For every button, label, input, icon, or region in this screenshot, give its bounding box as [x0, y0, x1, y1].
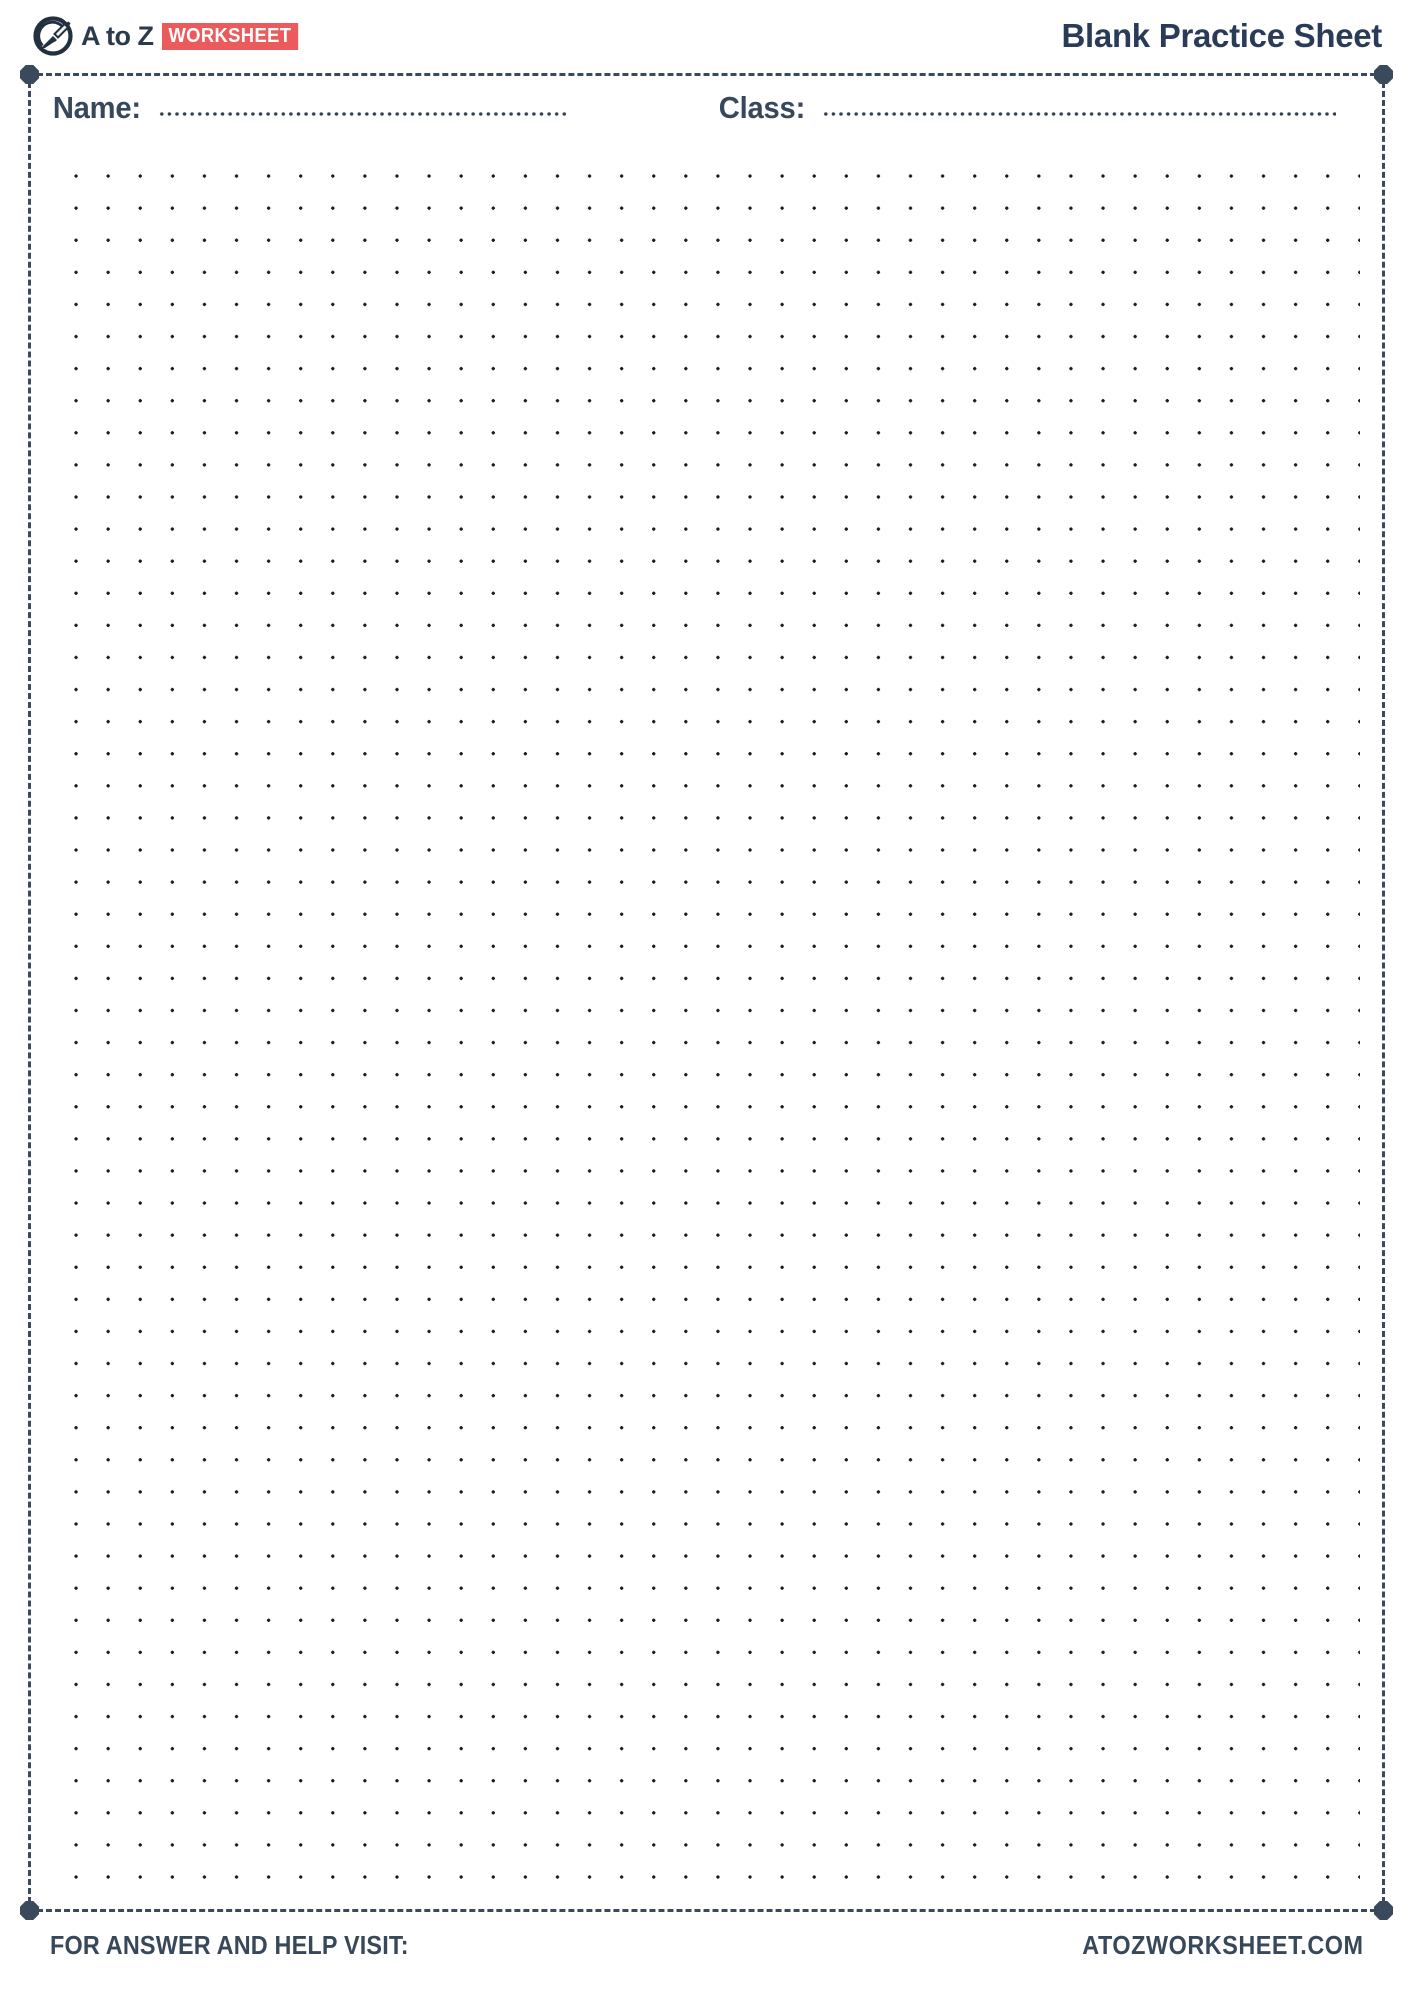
name-label: Name: — [52, 90, 141, 125]
footer-help-text: FOR ANSWER AND HELP VISIT: — [50, 1930, 409, 1960]
brand-logo-group: A to Z WORKSHEET — [32, 14, 310, 58]
class-field-group: Class: — [716, 90, 1337, 132]
dot-grid-practice-area[interactable] — [48, 150, 1360, 1890]
brand-badge-worksheet: WORKSHEET — [162, 22, 299, 50]
name-field-group: Name: — [50, 90, 571, 132]
page-footer: FOR ANSWER AND HELP VISIT: ATOZWORKSHEET… — [0, 1912, 1414, 2000]
class-input[interactable] — [821, 102, 1337, 118]
footer-website-url[interactable]: ATOZWORKSHEET.COM — [1083, 1930, 1364, 1961]
brand-name: A to Z — [81, 20, 154, 51]
name-input[interactable] — [157, 102, 571, 118]
pen-in-circle-logo-icon — [32, 15, 74, 57]
class-label: Class: — [718, 90, 806, 125]
page-header: A to Z WORKSHEET Blank Practice Sheet — [0, 0, 1414, 73]
page-title: Blank Practice Sheet — [1061, 17, 1383, 54]
student-info-row: Name: Class: — [28, 90, 1385, 142]
